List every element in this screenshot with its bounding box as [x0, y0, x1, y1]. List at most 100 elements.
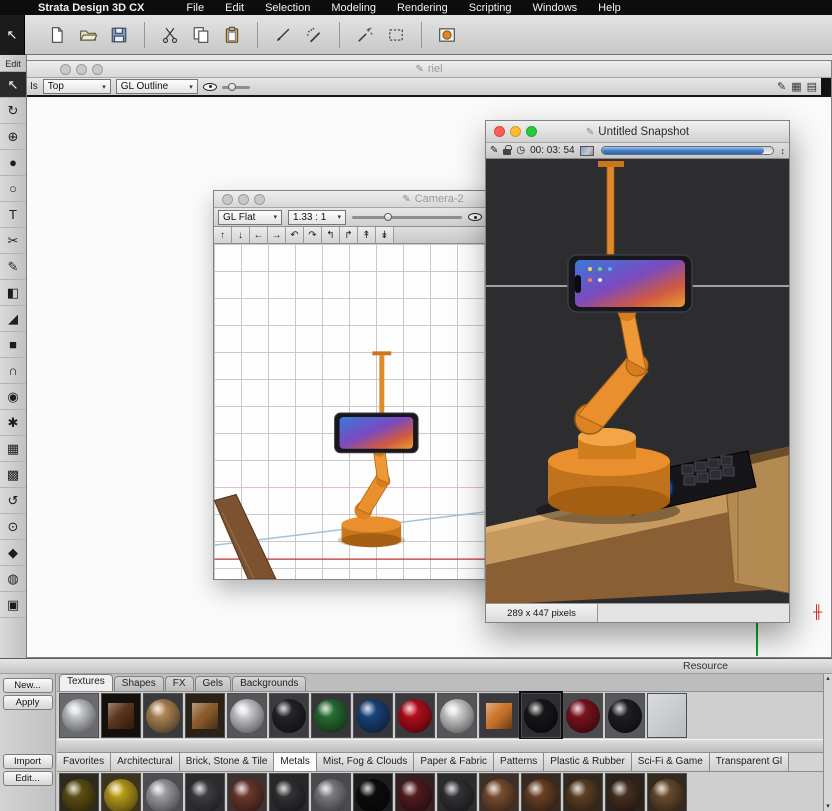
minimize-button[interactable] [76, 63, 87, 75]
tool-select-arrow[interactable]: ↖ [0, 72, 26, 98]
texture-swatch-2[interactable] [101, 693, 141, 738]
texture-swatch-6[interactable] [269, 693, 309, 738]
category-mist-fog-clouds[interactable]: Mist, Fog & Clouds [316, 753, 415, 771]
zoom-button[interactable] [254, 193, 265, 205]
resource-scrollbar[interactable]: ▴ ▾ [823, 674, 832, 811]
pen-icon[interactable]: ✎ [490, 145, 498, 156]
tab-fx[interactable]: FX [164, 676, 194, 691]
menu-scripting[interactable]: Scripting [469, 2, 512, 14]
lock-icon[interactable] [503, 145, 512, 155]
slider-thumb[interactable] [384, 213, 392, 221]
tool-fill-tool[interactable]: ◧ [0, 280, 26, 306]
tool-rotate-tool[interactable]: ↻ [0, 98, 26, 124]
roll-left-button[interactable]: ↰ [322, 227, 340, 243]
visibility-eye-icon[interactable] [468, 213, 482, 221]
zoom-out-button[interactable]: ↡ [376, 227, 394, 243]
layers-icon[interactable]: ▤ [807, 80, 817, 93]
category-sci-fi-game[interactable]: Sci-Fi & Game [631, 753, 710, 771]
orbit-right-button[interactable]: ↷ [304, 227, 322, 243]
app-menu-title[interactable]: Strata Design 3D CX [38, 2, 144, 14]
slider-thumb[interactable] [227, 82, 236, 91]
texture-swatch-10[interactable] [437, 693, 477, 738]
pen-button[interactable] [271, 23, 295, 47]
pan-left-button[interactable]: ← [250, 227, 268, 243]
save-file-button[interactable] [107, 23, 131, 47]
render-mode-dropdown[interactable]: GL Flat ▾ [218, 209, 282, 225]
close-button[interactable] [222, 193, 233, 205]
metal-swatch-11[interactable] [479, 773, 519, 811]
tool-zoom-tool[interactable]: ⊙ [0, 514, 26, 540]
texture-swatch-14[interactable] [605, 693, 645, 738]
metal-swatch-13[interactable] [563, 773, 603, 811]
texture-swatch-4[interactable] [185, 693, 225, 738]
tool-magnet-tool[interactable]: ∩ [0, 358, 26, 384]
orbit-left-button[interactable]: ↶ [286, 227, 304, 243]
texture-swatch-12[interactable] [519, 691, 563, 740]
scroll-up-icon[interactable]: ▴ [824, 674, 832, 683]
tool-move-tool[interactable]: ⊕ [0, 124, 26, 150]
metal-swatch-10[interactable] [437, 773, 477, 811]
minimize-button[interactable] [510, 126, 521, 137]
category-paper-fabric[interactable]: Paper & Fabric [414, 753, 495, 771]
metal-swatch-15[interactable] [647, 773, 687, 811]
tool-eyedropper-tool[interactable]: ◢ [0, 306, 26, 332]
tab-backgrounds[interactable]: Backgrounds [232, 676, 307, 691]
open-file-button[interactable] [76, 23, 100, 47]
riel-titlebar[interactable]: ✎ riel [27, 61, 831, 78]
pan-up-button[interactable]: ↑ [214, 227, 232, 243]
render-mode-dropdown[interactable]: GL Outline ▾ [115, 79, 198, 94]
visibility-eye-icon[interactable] [202, 82, 217, 91]
menu-rendering[interactable]: Rendering [397, 2, 448, 14]
view-angle-dropdown[interactable]: Top ▾ [42, 79, 111, 94]
button-apply[interactable]: Apply [2, 695, 53, 710]
texture-swatch-11[interactable] [479, 693, 519, 738]
resource-panel-header[interactable]: Resource [0, 659, 832, 674]
metal-swatch-3[interactable] [143, 773, 183, 811]
texture-swatch-13[interactable] [563, 693, 603, 738]
paste-button[interactable] [220, 23, 244, 47]
snapshot-window[interactable]: ✎ Untitled Snapshot ✎ ◷ 00: 03: 54 ↕ 289… [485, 120, 790, 623]
snapshot-thumbnail-icon[interactable] [579, 145, 594, 156]
zoom-slider[interactable] [352, 211, 462, 223]
snapshot-render-canvas[interactable] [486, 159, 789, 605]
menu-help[interactable]: Help [598, 2, 621, 14]
metal-swatch-8[interactable] [353, 773, 393, 811]
tool-camera-tool[interactable]: ▣ [0, 592, 26, 618]
category-metals[interactable]: Metals [274, 753, 317, 771]
tool-pen-tool[interactable]: ✎ [0, 254, 26, 280]
cut-button[interactable] [158, 23, 182, 47]
menu-modeling[interactable]: Modeling [331, 2, 376, 14]
tool-sphere-tool[interactable]: ● [0, 150, 26, 176]
tab-textures[interactable]: Textures [59, 674, 113, 691]
button-new[interactable]: New... [2, 678, 53, 693]
close-button[interactable] [494, 126, 505, 137]
texture-swatch-15[interactable] [647, 693, 687, 738]
texture-swatch-8[interactable] [353, 693, 393, 738]
tab-gels[interactable]: Gels [194, 676, 232, 691]
tool-lamp-tool[interactable]: ◍ [0, 566, 26, 592]
metal-swatch-5[interactable] [227, 773, 267, 811]
marquee-button[interactable] [384, 23, 408, 47]
menu-windows[interactable]: Windows [533, 2, 578, 14]
menu-edit[interactable]: Edit [225, 2, 244, 14]
scroll-down-icon[interactable]: ▾ [824, 802, 832, 811]
render-button[interactable] [435, 23, 459, 47]
category-plastic-rubber[interactable]: Plastic & Rubber [544, 753, 632, 771]
tool-orbit-tool[interactable]: ↺ [0, 488, 26, 514]
snapshot-titlebar[interactable]: ✎ Untitled Snapshot [486, 121, 789, 143]
zoom-in-button[interactable]: ↟ [358, 227, 376, 243]
category-brick-stone-tile[interactable]: Brick, Stone & Tile [179, 753, 275, 771]
tool-knife-tool[interactable]: ✂ [0, 228, 26, 254]
tool-grid-tool[interactable]: ▦ [0, 436, 26, 462]
metal-swatch-9[interactable] [395, 773, 435, 811]
stepper-icon[interactable]: ↕ [781, 146, 786, 156]
airbrush-button[interactable] [302, 23, 326, 47]
tool-solid-tool[interactable]: ◆ [0, 540, 26, 566]
metal-swatch-2[interactable] [101, 773, 141, 811]
pan-down-button[interactable]: ↓ [232, 227, 250, 243]
texture-swatch-5[interactable] [227, 693, 267, 738]
minimize-button[interactable] [238, 193, 249, 205]
tool-pattern-tool[interactable]: ▩ [0, 462, 26, 488]
texture-swatch-9[interactable] [395, 693, 435, 738]
wand-button[interactable] [353, 23, 377, 47]
